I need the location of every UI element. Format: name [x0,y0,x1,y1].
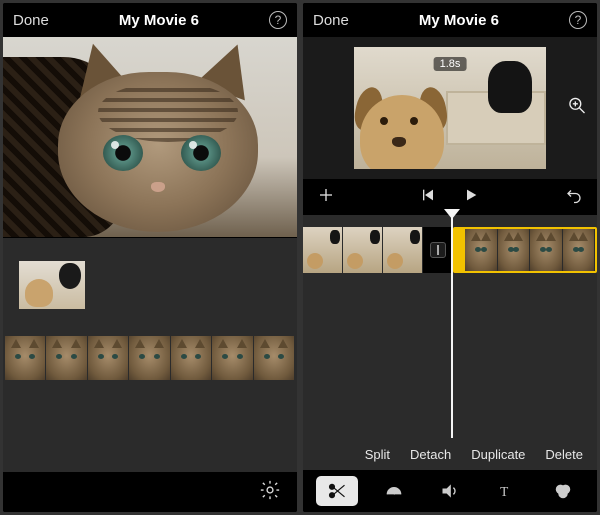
media-clip-thumbnail[interactable] [19,261,85,309]
timeline-clip-frame[interactable] [5,336,46,380]
timeline[interactable] [3,332,297,384]
preview-frame-cat [3,37,297,237]
tab-filters[interactable] [542,476,584,506]
tab-volume[interactable] [429,476,471,506]
skip-back-button[interactable] [421,187,437,208]
timeline-clip-b-selected[interactable] [453,227,597,273]
clip-trim-handle-left[interactable] [455,229,465,271]
timeline-clip-frame [303,227,343,273]
playhead[interactable] [451,215,453,438]
done-button[interactable]: Done [313,12,349,29]
done-button[interactable]: Done [13,12,49,29]
project-title: My Movie 6 [419,12,499,29]
transition-marker[interactable] [423,227,453,273]
timeline[interactable] [303,227,597,273]
timeline-clip-frame [530,229,563,271]
tab-titles[interactable]: T [485,476,527,506]
timeline-clip-frame [383,227,423,273]
help-button[interactable]: ? [269,11,287,29]
timeline-clip-frame[interactable] [212,336,253,380]
timeline-clip-frame [465,229,498,271]
screenshot-left: Done My Movie 6 ? [3,3,297,512]
header: Done My Movie 6 ? [3,3,297,37]
timeline-clip-frame[interactable] [46,336,87,380]
duplicate-button[interactable]: Duplicate [471,447,525,462]
preview-viewer[interactable] [3,37,297,237]
timeline-clip-frame[interactable] [88,336,129,380]
help-button[interactable]: ? [569,11,587,29]
tab-actions[interactable] [316,476,358,506]
timeline-clip-frame[interactable] [129,336,170,380]
footer-toolbar [3,472,297,512]
screenshot-right: Done My Movie 6 ? 1.8s [303,3,597,512]
transition-icon [430,242,446,258]
play-button[interactable] [463,187,479,208]
media-browser-row[interactable] [3,237,297,332]
undo-button[interactable] [565,186,583,209]
clip-action-row: Split Detach Duplicate Delete [303,438,597,470]
timeline-clip-frame [498,229,531,271]
gear-icon[interactable] [259,479,281,506]
header: Done My Movie 6 ? [303,3,597,37]
playhead-time-badge: 1.8s [434,57,467,71]
timeline-empty-area [3,384,297,472]
timeline-clip-a[interactable] [303,227,423,273]
timeline-clip-frame[interactable] [254,336,295,380]
detach-button[interactable]: Detach [410,447,451,462]
svg-text:T: T [501,484,509,499]
timeline-area[interactable] [303,215,597,438]
preview-frame-dog: 1.8s [354,47,546,169]
add-media-button[interactable] [317,186,335,209]
project-title: My Movie 6 [119,12,199,29]
delete-button[interactable]: Delete [545,447,583,462]
preview-viewer[interactable]: 1.8s [303,37,597,179]
timeline-clip-frame [563,229,596,271]
tab-speed[interactable] [373,476,415,506]
split-button[interactable]: Split [365,447,390,462]
timeline-clip-frame [343,227,383,273]
edit-tab-bar: T [303,470,597,512]
timeline-clip-frame[interactable] [171,336,212,380]
zoom-button[interactable] [567,96,587,121]
